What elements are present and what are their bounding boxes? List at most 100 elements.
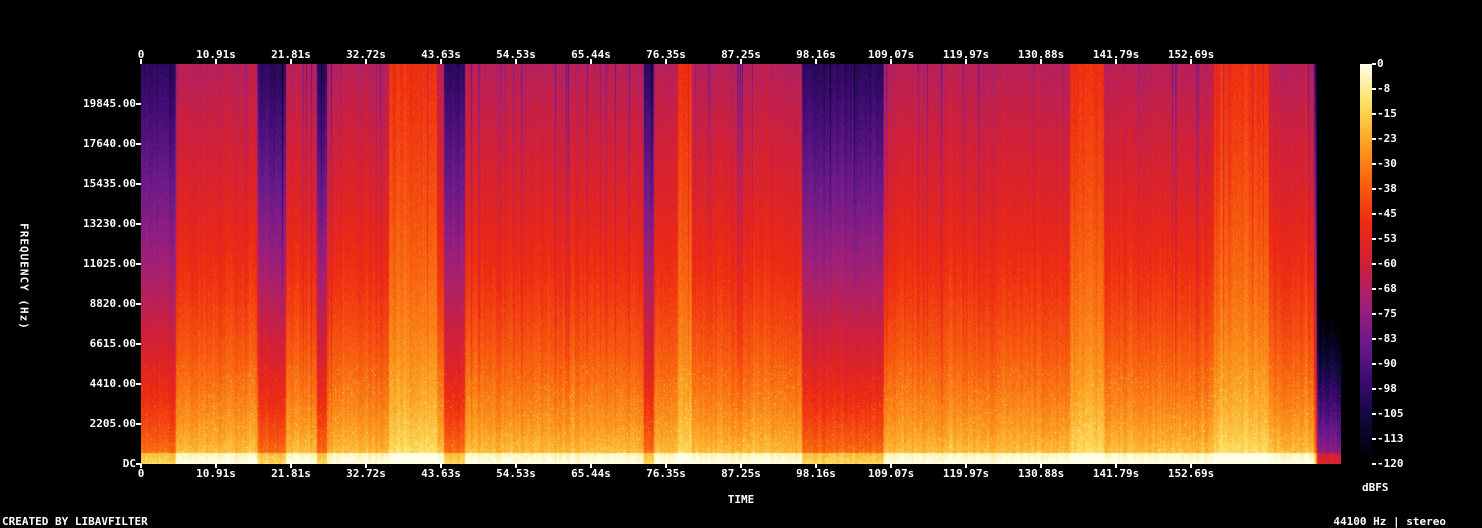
colorbar-tick-mark — [1372, 288, 1376, 290]
y-tick-mark — [136, 343, 141, 345]
x-tick-label-bottom: 98.16s — [796, 467, 836, 480]
colorbar-tick-mark — [1372, 238, 1376, 240]
x-tick-label-bottom: 65.44s — [571, 467, 611, 480]
colorbar-tick-label: -60 — [1377, 257, 1397, 270]
colorbar-tick-label: -38 — [1377, 182, 1397, 195]
x-tick-label-bottom: 119.97s — [942, 467, 990, 480]
spectrogram-plot-area — [141, 64, 1341, 464]
y-tick-mark — [136, 463, 141, 465]
colorbar-tick-label: -15 — [1377, 107, 1397, 120]
x-tick-mark-bottom — [890, 464, 893, 468]
x-tick-mark-bottom — [440, 464, 443, 468]
x-tick-label-bottom: 21.81s — [271, 467, 311, 480]
x-tick-mark-bottom — [1190, 464, 1193, 468]
colorbar-tick-label: -120 — [1377, 457, 1404, 470]
x-tick-label-bottom: 54.53s — [496, 467, 536, 480]
colorbar-tick-mark — [1372, 363, 1376, 365]
x-tick-mark-bottom — [514, 464, 517, 468]
y-tick-label: 11025.00 — [83, 257, 136, 270]
x-tick-mark-bottom — [1040, 464, 1043, 468]
x-tick-mark-top — [514, 59, 517, 64]
y-tick-mark — [136, 183, 141, 185]
colorbar-tick-mark — [1372, 188, 1376, 190]
y-tick-mark — [136, 103, 141, 105]
x-tick-label-bottom: 152.69s — [1167, 467, 1215, 480]
colorbar-tick-label: -68 — [1377, 282, 1397, 295]
colorbar-tick-label: -30 — [1377, 157, 1397, 170]
x-tick-mark-bottom — [665, 464, 668, 468]
x-tick-mark-bottom — [215, 464, 218, 468]
colorbar-unit: dBFS — [1362, 481, 1389, 494]
y-tick-label: 19845.00 — [83, 97, 136, 110]
colorbar-tick-mark — [1372, 163, 1376, 165]
x-tick-mark-top — [665, 59, 668, 64]
footer-format: 44100 Hz | stereo — [1333, 515, 1446, 528]
x-tick-label-bottom: 130.88s — [1017, 467, 1065, 480]
y-tick-label: 8820.00 — [89, 297, 136, 310]
colorbar-tick-mark — [1372, 88, 1376, 90]
y-tick-mark — [136, 303, 141, 305]
x-tick-label-bottom: 10.91s — [196, 467, 236, 480]
y-tick-mark — [136, 423, 141, 425]
x-tick-mark-top — [815, 59, 818, 64]
x-tick-mark-top — [215, 59, 218, 64]
x-tick-label-bottom: 76.35s — [646, 467, 686, 480]
colorbar-tick-label: 0 — [1377, 57, 1384, 70]
colorbar-tick-label: -113 — [1377, 432, 1404, 445]
colorbar-tick-label: -98 — [1377, 382, 1397, 395]
x-tick-mark-bottom — [965, 464, 967, 468]
x-tick-mark-top — [890, 59, 893, 64]
colorbar-tick-mark — [1372, 413, 1376, 415]
colorbar-tick-mark — [1372, 138, 1376, 140]
x-tick-mark-top — [965, 59, 967, 64]
y-tick-mark — [136, 223, 141, 225]
colorbar-tick-mark — [1372, 113, 1376, 115]
y-tick-label: 13230.00 — [83, 217, 136, 230]
colorbar-tick-mark — [1372, 313, 1376, 315]
colorbar-tick-mark — [1372, 213, 1376, 215]
colorbar-tick-label: -83 — [1377, 332, 1397, 345]
x-tick-label-bottom: 87.25s — [721, 467, 761, 480]
x-tick-mark-top — [740, 59, 742, 64]
colorbar — [1360, 64, 1372, 464]
x-tick-mark-bottom — [740, 464, 742, 468]
x-tick-mark-bottom — [289, 464, 292, 468]
x-tick-mark-top — [440, 59, 443, 64]
x-tick-label-bottom: 141.79s — [1092, 467, 1140, 480]
x-tick-mark-bottom — [365, 464, 367, 468]
x-tick-mark-top — [590, 59, 593, 64]
colorbar-tick-label: -75 — [1377, 307, 1397, 320]
y-tick-label: 6615.00 — [89, 337, 136, 350]
colorbar-tick-mark — [1372, 438, 1376, 440]
y-tick-label: 17640.00 — [83, 137, 136, 150]
colorbar-tick-label: -8 — [1377, 82, 1391, 95]
x-axis-title: TIME — [727, 493, 755, 506]
colorbar-tick-mark — [1372, 338, 1376, 340]
colorbar-tick-mark — [1372, 388, 1376, 390]
x-tick-mark-bottom — [1115, 464, 1118, 468]
x-tick-mark-top — [1115, 59, 1118, 64]
colorbar-tick-mark — [1372, 63, 1376, 65]
x-tick-mark-bottom — [590, 464, 593, 468]
x-tick-label-bottom: 0 — [137, 467, 145, 480]
y-axis-title: FREQUENCY (Hz) — [17, 223, 31, 330]
x-tick-label-bottom: 32.72s — [346, 467, 386, 480]
colorbar-tick-label: -90 — [1377, 357, 1397, 370]
colorbar-tick-label: -45 — [1377, 207, 1397, 220]
x-tick-mark-top — [289, 59, 292, 64]
footer-credit: CREATED BY LIBAVFILTER — [2, 515, 148, 528]
x-tick-mark-top — [365, 59, 367, 64]
x-tick-mark-top — [1190, 59, 1193, 64]
y-tick-label: 15435.00 — [83, 177, 136, 190]
x-tick-mark-bottom — [815, 464, 818, 468]
x-tick-mark-top — [1040, 59, 1043, 64]
y-tick-label: DC — [122, 457, 136, 470]
colorbar-tick-mark — [1372, 463, 1376, 465]
colorbar-tick-label: -23 — [1377, 132, 1397, 145]
x-tick-label-bottom: 109.07s — [867, 467, 915, 480]
colorbar-tick-mark — [1372, 263, 1376, 265]
y-tick-mark — [136, 263, 141, 265]
y-tick-mark — [136, 143, 141, 145]
x-tick-label-bottom: 43.63s — [421, 467, 461, 480]
colorbar-tick-label: -53 — [1377, 232, 1397, 245]
